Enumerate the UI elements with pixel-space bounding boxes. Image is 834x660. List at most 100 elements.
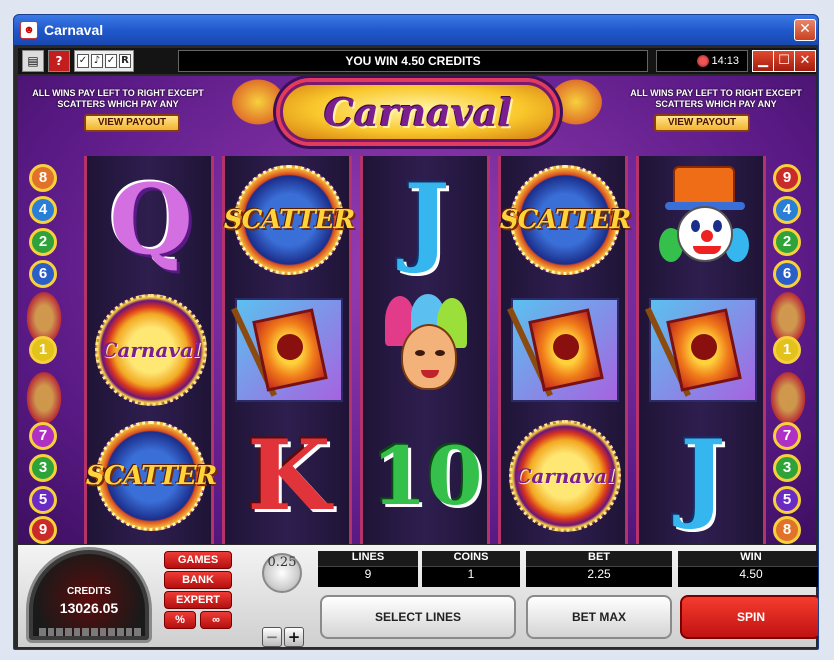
close-game-button[interactable]: ✕ <box>794 50 816 72</box>
symbol-clown <box>645 162 761 278</box>
number-10: 10 <box>371 429 483 523</box>
bet-label: BET <box>526 551 672 567</box>
game-logo: Carnaval <box>280 82 556 142</box>
symbol-flag <box>230 292 347 408</box>
scatter-text: SCATTER <box>85 461 217 491</box>
feather-decoration-right <box>546 76 606 128</box>
payline-badge[interactable]: 5 <box>773 486 801 514</box>
title-bar: ☻ Carnaval ✕ <box>14 15 818 45</box>
win-value: 4.50 <box>739 567 763 581</box>
credits-dial: CREDITS 13026.05 <box>26 547 152 643</box>
scatter-emblem: SCATTER <box>500 165 631 275</box>
carnaval-text: Carnaval <box>101 338 201 362</box>
record-icon[interactable]: R <box>119 54 131 68</box>
clock: 14:13 <box>656 50 748 72</box>
coins-value: 1 <box>467 567 475 581</box>
window-title: Carnaval <box>44 22 104 38</box>
payline-badge[interactable]: 3 <box>29 454 57 482</box>
payline-badge[interactable]: 6 <box>29 260 57 288</box>
control-panel: CREDITS 13026.05 GAMES BANK EXPERT % ∞ 0… <box>18 545 818 647</box>
symbol-j: J <box>645 418 761 534</box>
letter-q: Q <box>109 163 193 276</box>
credits-label: CREDITS <box>67 586 111 597</box>
view-payout-button-right[interactable]: VIEW PAYOUT <box>654 114 750 132</box>
payline-badge[interactable]: 1 <box>29 336 57 364</box>
flag-icon <box>230 298 343 402</box>
flag-icon <box>506 298 619 402</box>
symbol-carnaval: Carnaval <box>93 292 209 408</box>
payline-badge[interactable]: 4 <box>773 196 801 224</box>
carnaval-emblem: Carnaval <box>95 294 207 406</box>
spin-button[interactable]: SPIN <box>680 595 818 639</box>
symbol-scatter: SCATTER <box>224 162 355 278</box>
payline-badge[interactable]: 4 <box>29 196 57 224</box>
payline-badge[interactable]: 1 <box>773 336 801 364</box>
scatter-emblem: SCATTER <box>224 165 355 275</box>
reel-3: J 10 <box>360 156 490 544</box>
reels-stage: ALL WINS PAY LEFT TO RIGHT EXCEPT SCATTE… <box>18 76 816 544</box>
game-toolbar: ▤ ? ✓ ♪ ✓ R YOU WIN 4.50 CREDITS 14:13 ▁… <box>18 48 816 74</box>
clown-icon <box>647 164 759 276</box>
clock-icon <box>697 55 709 67</box>
scatter-text: SCATTER <box>499 205 631 235</box>
letter-k: K <box>247 419 331 532</box>
logo-text: Carnaval <box>323 89 513 135</box>
view-payout-button-left[interactable]: VIEW PAYOUT <box>84 114 180 132</box>
symbol-scatter: SCATTER <box>500 162 631 278</box>
lines-value: 9 <box>364 567 372 581</box>
payline-badge[interactable]: 7 <box>773 422 801 450</box>
bet-value: 2.25 <box>587 567 611 581</box>
payline-badge[interactable]: 8 <box>773 516 801 544</box>
scatter-emblem: SCATTER <box>86 421 217 531</box>
letter-j: J <box>404 163 450 276</box>
paylines-left: 8 4 2 6 1 7 3 5 9 <box>18 156 72 544</box>
payline-badge[interactable]: 5 <box>29 486 57 514</box>
lines-label: LINES <box>318 551 418 567</box>
music-icon[interactable]: ♪ <box>91 54 103 68</box>
maximize-button[interactable]: ☐ <box>773 50 795 72</box>
settings-toggles[interactable]: ✓ ♪ ✓ R <box>74 50 134 72</box>
coin-size-display: 0.25 <box>262 553 302 593</box>
symbol-10: 10 <box>369 418 485 534</box>
payline-badge[interactable]: 6 <box>773 260 801 288</box>
symbol-scatter: SCATTER <box>86 418 217 534</box>
payline-badge[interactable]: 9 <box>29 516 57 544</box>
paylines-right: 9 4 2 6 1 7 3 5 8 <box>762 156 816 544</box>
payline-badge[interactable]: 2 <box>29 228 57 256</box>
ornament <box>768 368 808 428</box>
payline-badge[interactable]: 8 <box>29 164 57 192</box>
minimize-button[interactable]: ▁ <box>752 50 774 72</box>
autoplay-button[interactable]: ∞ <box>200 611 232 629</box>
clock-time: 14:13 <box>711 55 739 67</box>
decrease-coin-button[interactable]: − <box>262 627 282 647</box>
symbol-j: J <box>369 162 485 278</box>
symbol-flag <box>506 292 623 408</box>
credits-value: 13026.05 <box>59 600 119 616</box>
expert-button[interactable]: EXPERT <box>164 591 232 609</box>
payline-badge[interactable]: 3 <box>773 454 801 482</box>
symbol-flag <box>644 292 761 408</box>
rules-text-right: ALL WINS PAY LEFT TO RIGHT EXCEPT SCATTE… <box>630 88 802 109</box>
bet-max-button[interactable]: BET MAX <box>526 595 672 639</box>
win-label: WIN <box>678 551 818 567</box>
win-message: YOU WIN 4.50 CREDITS <box>178 50 648 72</box>
ornament <box>24 368 64 428</box>
payline-badge[interactable]: 9 <box>773 164 801 192</box>
coins-label: COINS <box>422 551 520 567</box>
symbol-q: Q <box>93 162 209 278</box>
letter-j: J <box>680 419 726 532</box>
bank-button[interactable]: BANK <box>164 571 232 589</box>
select-lines-button[interactable]: SELECT LINES <box>320 595 516 639</box>
payline-badge[interactable]: 7 <box>29 422 57 450</box>
scatter-text: SCATTER <box>223 205 355 235</box>
percent-button[interactable]: % <box>164 611 196 629</box>
lines-display: LINES 9 <box>318 551 418 587</box>
help-button[interactable]: ? <box>48 50 70 72</box>
options-icon[interactable]: ▤ <box>22 50 44 72</box>
window-close-button[interactable]: ✕ <box>794 19 816 41</box>
speed-icon[interactable]: ✓ <box>105 54 117 68</box>
payline-badge[interactable]: 2 <box>773 228 801 256</box>
games-button[interactable]: GAMES <box>164 551 232 569</box>
increase-coin-button[interactable]: + <box>284 627 304 647</box>
sound-icon[interactable]: ✓ <box>77 54 89 68</box>
